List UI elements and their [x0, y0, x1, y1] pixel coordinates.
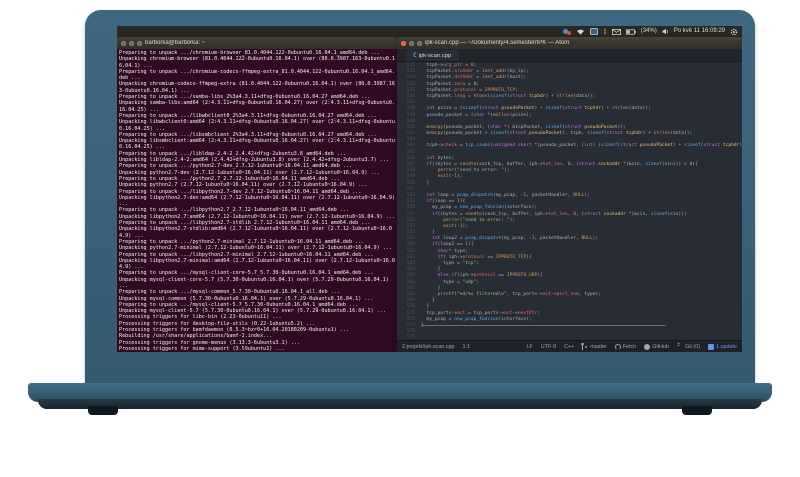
mail-icon[interactable] [611, 28, 621, 35]
atom-window: ipk-scan.cpp — ~/Dokumenty/4.semester/IP… [397, 37, 742, 352]
gitdiff-icon [677, 342, 683, 350]
editor-gutter: 531 532 533 534 535 536 537 538 539 540 541 542 543 5… [397, 63, 415, 340]
status-label: Git (0) [685, 343, 701, 350]
status-utf-8[interactable]: UTF-8 [541, 344, 556, 350]
keyboard-layout-icon[interactable] [589, 28, 598, 35]
status-lf[interactable]: LF [527, 344, 533, 350]
horizontal-scrollbar[interactable] [421, 324, 666, 326]
ubuntu-top-panel: (34%) Po kvě 11 16:09:29 [117, 26, 742, 37]
github-icon [644, 343, 651, 350]
status-label: UTF-8 [540, 343, 557, 350]
battery-icon[interactable] [625, 28, 636, 35]
editor-code: tcph->urg_ptr = 0; tcpPacket.srcAddr = i… [421, 63, 742, 340]
volume-icon[interactable] [662, 28, 669, 35]
terminal-body[interactable]: Preparing to unpack .../chromium-browser… [117, 49, 397, 352]
laptop-foot-right [682, 406, 712, 415]
status-label: GitHub [652, 343, 670, 350]
tab-label: ipk-scan.cpp [418, 52, 452, 59]
status-git-0-[interactable]: Git (0) [677, 342, 701, 350]
status-master[interactable]: master [581, 342, 607, 350]
atom-status-bar: 2.projekt/ipk-scan.cpp 1:1 LF UTF-8 C++ mas… [397, 340, 742, 352]
terminal-titlebar[interactable]: barborka@barborka: ~ [117, 37, 397, 49]
clock[interactable]: Po kvě 11 16:09:29 [674, 26, 725, 37]
status-label: LF [526, 343, 533, 350]
status-c-[interactable]: C++ [564, 344, 574, 350]
atom-window-title: ipk-scan.cpp — ~/Dokumenty/4.semester/IP… [425, 40, 570, 46]
laptop-bottom-edge [38, 399, 762, 409]
bluetooth-icon[interactable] [603, 28, 607, 35]
cpp-file-icon: C [413, 52, 417, 59]
status-fetch[interactable]: Fetch [614, 343, 637, 350]
status-github[interactable]: GitHub [644, 343, 670, 350]
tab-ipk-scan[interactable]: C ipk-scan.cpp [405, 50, 460, 61]
status-label: 1 update [716, 343, 737, 350]
status-label: Fetch [622, 343, 637, 350]
fetch-icon [614, 343, 621, 350]
code-line: tcph->check = tcp_csum((unsigned short *… [421, 143, 742, 149]
laptop-display: (34%) Po kvě 11 16:09:29 barborka@barbor… [117, 26, 742, 352]
status-right-group: LF UTF-8 C++ master Fetch GitHub Git (0) 1 upda… [527, 342, 737, 350]
terminal-title: barborka@barborka: ~ [145, 40, 206, 46]
terminal-minimize-button[interactable] [129, 40, 134, 46]
session-gear-icon[interactable] [730, 28, 738, 36]
wifi-icon[interactable] [576, 28, 585, 35]
atom-minimize-button[interactable] [409, 40, 414, 46]
app-indicator-icon[interactable] [562, 28, 571, 36]
status-file-path[interactable]: 2.projekt/ipk-scan.cpp [402, 344, 454, 350]
update-icon [708, 343, 715, 350]
code-editor[interactable]: 531 532 533 534 535 536 537 538 539 540 541 542 543 5… [397, 62, 742, 340]
status-cursor-position[interactable]: 1:1 [462, 344, 470, 350]
branch-icon [581, 342, 588, 350]
status-label: master [590, 343, 607, 350]
atom-maximize-button[interactable] [417, 40, 422, 46]
laptop-mockup: (34%) Po kvě 11 16:09:29 barborka@barbor… [0, 0, 800, 477]
atom-close-button[interactable] [401, 40, 406, 46]
terminal-window: barborka@barborka: ~ Preparing to unpack… [117, 37, 397, 352]
battery-percentage[interactable]: (34%) [641, 26, 657, 37]
terminal-maximize-button[interactable] [137, 40, 142, 46]
laptop-screen-bezel: (34%) Po kvě 11 16:09:29 barborka@barbor… [85, 10, 755, 384]
status-1-update[interactable]: 1 update [708, 343, 737, 350]
atom-tab-bar: C ipk-scan.cpp [397, 49, 742, 62]
terminal-close-button[interactable] [121, 40, 126, 46]
laptop-foot-left [88, 406, 118, 415]
terminal-output: Preparing to unpack .../chromium-browser… [119, 50, 396, 352]
status-label: C++ [564, 343, 575, 350]
atom-titlebar[interactable]: ipk-scan.cpp — ~/Dokumenty/4.semester/IP… [397, 37, 742, 49]
